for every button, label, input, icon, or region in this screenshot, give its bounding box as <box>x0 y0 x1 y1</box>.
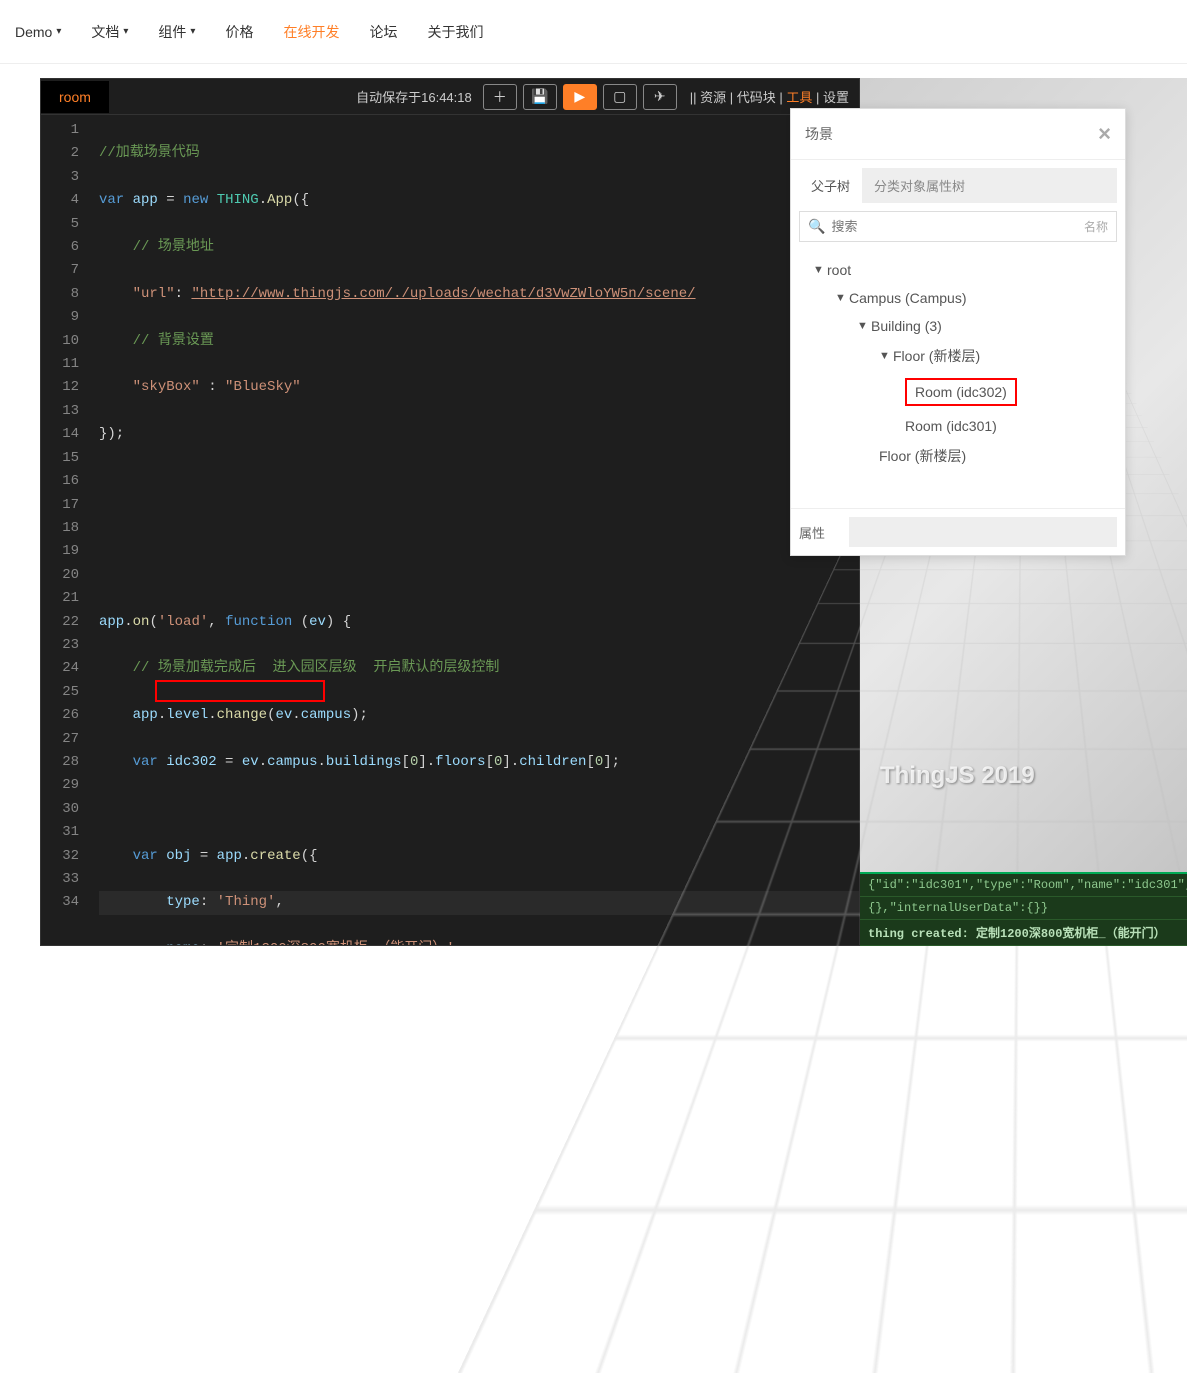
console-line: {},"internalUserData":{}} <box>860 897 1187 920</box>
tree-node-room-302[interactable]: Room (idc302) <box>799 372 1117 412</box>
nav-demo[interactable]: Demo▾ <box>15 24 61 40</box>
scene-tree: ▼root ▼Campus (Campus) ▼Building (3) ▼Fl… <box>791 252 1125 488</box>
nav-price[interactable]: 价格 <box>225 22 253 42</box>
share-button[interactable]: ✈ <box>643 84 677 110</box>
chevron-down-icon: ▼ <box>835 292 849 304</box>
console-line: {"id":"idc301","type":"Room","name":"idc… <box>860 874 1187 897</box>
chevron-down-icon: ▼ <box>813 264 827 276</box>
console-line: thing created: 定制1200深800宽机柜_（能开门） <box>860 920 1187 946</box>
panel-tab-class-tree[interactable]: 分类对象属性树 <box>862 168 977 203</box>
line-gutter: 1234567891011121314151617181920212223242… <box>41 115 93 945</box>
autosave-label: 自动保存于16:44:18 <box>356 87 480 106</box>
link-tools[interactable]: 工具 <box>786 90 812 105</box>
watermark: ThingJS 2019 <box>880 762 1035 790</box>
tree-node-floor-1[interactable]: ▼Floor (新楼层) <box>799 340 1117 372</box>
search-box: 🔍 名称 <box>799 211 1117 242</box>
preview-pane[interactable]: ThingJS 2019 场景 × 父子树 分类对象属性树 🔍 名称 ▼root… <box>860 78 1187 946</box>
caret-icon: ▾ <box>123 26 128 37</box>
present-button[interactable]: ▢ <box>603 84 637 110</box>
link-codeblock[interactable]: 代码块 <box>737 90 776 105</box>
close-icon[interactable]: × <box>1098 121 1111 147</box>
tree-node-building[interactable]: ▼Building (3) <box>799 312 1117 340</box>
new-file-button[interactable]: ＋ <box>483 84 517 110</box>
tree-node-room-301[interactable]: Room (idc301) <box>799 412 1117 440</box>
editor-links: || 资源 | 代码块 | 工具 | 设置 <box>680 87 859 106</box>
nav-about[interactable]: 关于我们 <box>427 22 483 42</box>
save-button[interactable]: 💾 <box>523 84 557 110</box>
search-suffix: 名称 <box>1084 218 1108 235</box>
search-input[interactable] <box>831 219 1084 234</box>
caret-icon: ▾ <box>190 26 195 37</box>
editor-toolbar: room 自动保存于16:44:18 ＋ 💾 ▶ ▢ ✈ || 资源 | 代码块… <box>41 79 859 115</box>
nav-forum[interactable]: 论坛 <box>369 22 397 42</box>
scene-panel: 场景 × 父子树 分类对象属性树 🔍 名称 ▼root ▼Campus (Cam… <box>790 108 1126 556</box>
top-nav: Demo▾ 文档▾ 组件▾ 价格 在线开发 论坛 关于我们 <box>0 0 1187 64</box>
panel-title: 场景 <box>805 124 833 144</box>
panel-tab-parent-tree[interactable]: 父子树 <box>799 168 862 203</box>
chevron-down-icon: ▼ <box>857 320 871 332</box>
caret-icon: ▾ <box>56 26 61 37</box>
editor-tab[interactable]: room <box>41 81 109 113</box>
chevron-down-icon: ▼ <box>879 350 893 362</box>
nav-docs[interactable]: 文档▾ <box>91 22 128 42</box>
search-icon: 🔍 <box>808 218 825 235</box>
properties-label: 属性 <box>799 523 849 542</box>
link-settings[interactable]: 设置 <box>823 90 849 105</box>
tree-node-root[interactable]: ▼root <box>799 256 1117 284</box>
properties-row: 属性 <box>791 508 1125 555</box>
run-button[interactable]: ▶ <box>563 84 597 110</box>
console-output: {"id":"idc301","type":"Room","name":"idc… <box>860 872 1187 946</box>
nav-components[interactable]: 组件▾ <box>158 22 195 42</box>
tree-node-floor-2[interactable]: Floor (新楼层) <box>799 440 1117 472</box>
nav-online-dev[interactable]: 在线开发 <box>283 22 339 42</box>
link-resource[interactable]: 资源 <box>700 90 726 105</box>
code-highlight-box <box>155 680 325 702</box>
tree-node-campus[interactable]: ▼Campus (Campus) <box>799 284 1117 312</box>
properties-value[interactable] <box>849 517 1117 547</box>
